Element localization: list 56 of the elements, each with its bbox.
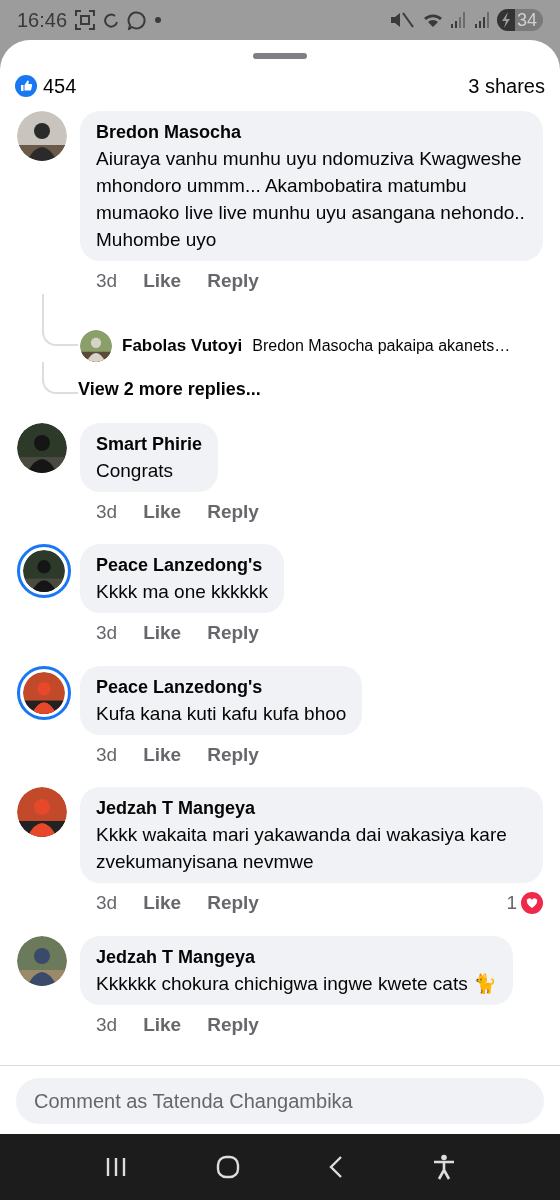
comment-text: Kufa kana kuti kafu kufa bhoo: [96, 701, 347, 726]
commenter-name[interactable]: Smart Phirie: [96, 430, 203, 457]
comment-text: Kkkk wakaita mari yakawanda dai wakasiya kare zvekumanyisana nevmwe: [96, 823, 508, 874]
reply-link[interactable]: Reply: [207, 1010, 259, 1039]
accessibility-icon[interactable]: [432, 1154, 456, 1180]
commenter-name[interactable]: Peace Lanzedong's: [96, 673, 347, 700]
reply-link[interactable]: Reply: [207, 889, 259, 918]
recent-apps-icon[interactable]: [104, 1156, 128, 1178]
like-link[interactable]: Like: [143, 889, 182, 918]
reaction-count: 1: [506, 891, 517, 915]
comment-text: Aiuraya vanhu munhu uyu ndomuziva Kwagweshe mhondoro ummm... Akambobatira matumbu mumaoko live live munhu uyu asangana nehondo.. Muhombe uyo: [96, 147, 526, 252]
home-icon[interactable]: [216, 1155, 240, 1179]
commenter-name[interactable]: Jedzah T Mangeya: [96, 943, 497, 970]
screenshot-icon: [75, 10, 96, 30]
status-time: 16:46: [17, 8, 68, 33]
commenter-name[interactable]: Bredon Masocha: [96, 119, 527, 145]
comment-time: 3d: [96, 891, 118, 915]
sync-icon: [103, 12, 120, 28]
drag-handle[interactable]: [253, 53, 307, 59]
reply-link[interactable]: Reply: [207, 619, 259, 648]
comment-field[interactable]: Comment as Tatenda Changambika: [16, 1078, 544, 1124]
battery-indicator: 34: [496, 9, 543, 31]
comment-text: Kkkkkk chokura chichigwa ingwe kwete cats 🐈: [96, 971, 497, 996]
reply-preview: Bredon Masocha pakaipa akanets…: [252, 335, 511, 356]
replier-name[interactable]: Fabolas Vutoyi: [122, 332, 243, 359]
comment-time: 3d: [96, 499, 118, 524]
view-more-replies-link[interactable]: View 2 more replies...: [78, 375, 261, 405]
commenter-name[interactable]: Peace Lanzedong's: [96, 552, 269, 578]
reaction-count[interactable]: 454: [43, 71, 77, 101]
signal-icon: [450, 12, 467, 28]
reply-link[interactable]: Reply: [207, 267, 259, 296]
comment-time: 3d: [96, 269, 118, 293]
heart-reaction-icon: [521, 892, 543, 915]
mute-icon: [390, 12, 415, 28]
like-reaction-icon: [15, 75, 37, 97]
thread-line: [42, 361, 78, 394]
comment-text: Kkkk ma one kkkkkk: [96, 580, 269, 604]
like-link[interactable]: Like: [143, 497, 182, 526]
like-link[interactable]: Like: [143, 1010, 182, 1039]
dot-icon: [155, 17, 162, 23]
back-icon[interactable]: [328, 1155, 344, 1179]
commenter-name[interactable]: Jedzah T Mangeya: [96, 795, 527, 821]
signal-icon: [474, 12, 491, 28]
thread-line: [42, 293, 78, 346]
wifi-icon: [422, 13, 443, 27]
reply-link[interactable]: Reply: [207, 740, 259, 769]
comment-time: 3d: [96, 742, 118, 767]
comment-time: 3d: [96, 621, 118, 645]
comment-text: Congrats: [96, 458, 175, 483]
like-link[interactable]: Like: [143, 619, 182, 648]
like-link[interactable]: Like: [143, 267, 182, 296]
comment-time: 3d: [96, 1012, 118, 1037]
reply-link[interactable]: Reply: [207, 497, 259, 526]
chat-icon: [127, 10, 148, 30]
like-link[interactable]: Like: [143, 740, 182, 769]
shares-count[interactable]: 3 shares: [468, 71, 545, 101]
